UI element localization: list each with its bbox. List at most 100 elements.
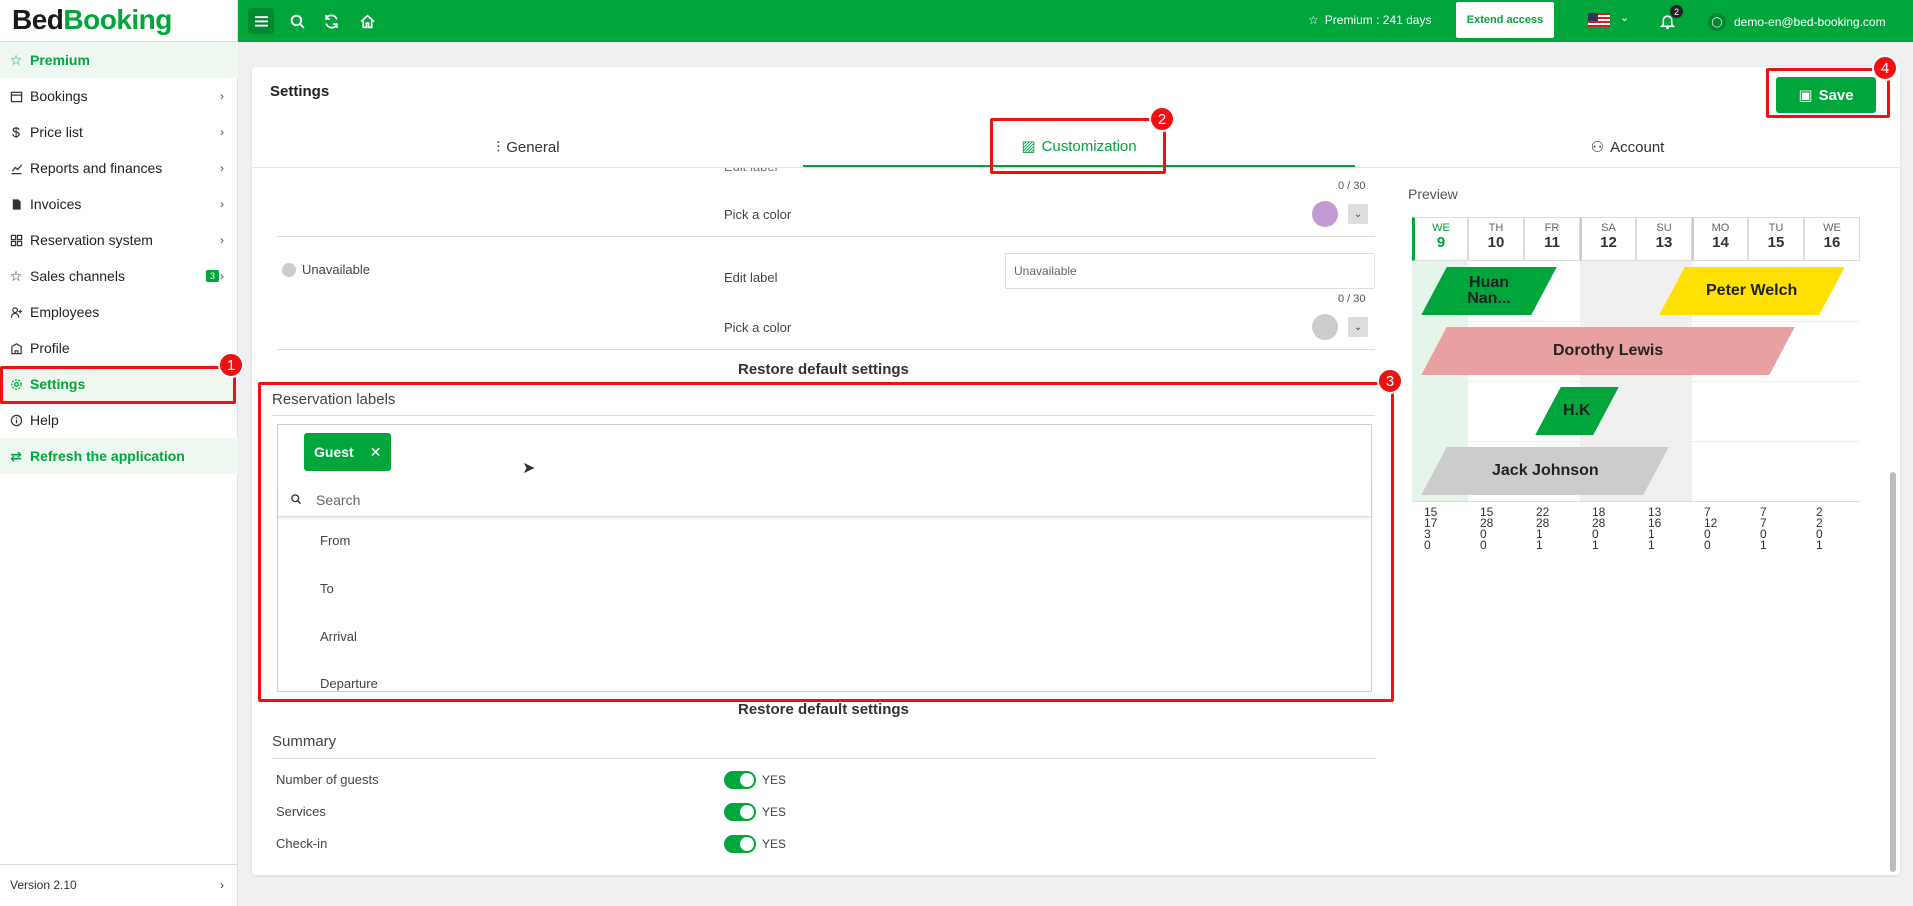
chevron-right-icon: › <box>220 233 224 247</box>
day-stats: 7 12 0 0 <box>1704 505 1718 552</box>
us-flag-icon[interactable] <box>1588 13 1610 27</box>
sidebar-item-reservation-system[interactable]: Reservation system › <box>0 222 238 258</box>
preview-title: Preview <box>1408 186 1458 202</box>
calendar-day: SA 12 <box>1580 217 1636 261</box>
day-stats: 15 17 3 0 <box>1424 505 1438 552</box>
pick-color-label: Pick a color <box>724 320 792 335</box>
page-title: Settings <box>270 83 330 100</box>
building-icon <box>8 340 24 356</box>
search-input[interactable]: Search <box>278 483 1371 517</box>
sidebar-item-price-list[interactable]: $ Price list › <box>0 114 238 150</box>
sidebar-item-bookings[interactable]: Bookings › <box>0 78 238 114</box>
status-name: Unavailable <box>302 262 370 277</box>
edit-label-input[interactable]: Unavailable <box>1005 253 1375 289</box>
app-logo[interactable]: BedBooking <box>12 4 172 36</box>
day-stats: 22 28 1 1 <box>1536 505 1550 552</box>
sales-channels-badge: 3 <box>206 270 220 282</box>
chevron-down-icon[interactable]: ⌄ <box>1348 317 1368 337</box>
summary-label: Check-in <box>276 836 328 851</box>
home-icon[interactable] <box>354 8 380 34</box>
notification-badge: 2 <box>1670 5 1683 18</box>
color-swatch[interactable] <box>1312 201 1338 227</box>
tab-divider <box>252 167 1900 168</box>
grid-icon <box>8 232 24 248</box>
chevron-right-icon: › <box>220 269 224 283</box>
version-info[interactable]: Version 2.10 › <box>0 864 238 904</box>
selected-chip-guest[interactable]: Guest ✕ <box>304 433 391 471</box>
sidebar-item-employees[interactable]: Employees <box>0 294 238 330</box>
chevron-down-icon[interactable]: ⌄ <box>1620 11 1629 24</box>
toggle-value: YES <box>762 837 787 851</box>
option-item[interactable]: Arrival <box>320 629 357 644</box>
row-line <box>1412 321 1860 322</box>
reservation-bar[interactable]: Dorothy Lewis <box>1421 327 1795 375</box>
restore-default-button[interactable]: Restore default settings <box>738 361 909 378</box>
tab-customization[interactable]: ▨ Customization <box>803 127 1355 167</box>
top-bar: ☆ Premium : 241 days Extend access ⌄ 2 ◯… <box>238 0 1913 42</box>
toggle-switch[interactable] <box>724 803 756 821</box>
tab-general[interactable]: ⫶ General <box>252 127 804 167</box>
toggle-switch[interactable] <box>724 771 756 789</box>
floppy-icon: ▣ <box>1798 87 1813 104</box>
day-stats: 7701 <box>1760 505 1767 552</box>
annotation-number: 3 <box>1377 368 1403 394</box>
sidebar-item-refresh[interactable]: ⇄ Refresh the application <box>0 438 238 474</box>
toggle-switch[interactable] <box>724 835 756 853</box>
calendar-day: SU 13 <box>1636 217 1692 261</box>
gear-icon <box>8 376 24 392</box>
row-line <box>1412 501 1860 502</box>
option-item[interactable]: From <box>320 533 350 548</box>
sidebar-item-invoices[interactable]: Invoices › <box>0 186 238 222</box>
scroll-thumb[interactable] <box>1890 472 1896 872</box>
labels-multiselect[interactable]: Guest ✕ Search From To Arrival Departure <box>277 424 1372 692</box>
sliders-icon: ⫶ <box>496 138 501 156</box>
menu-icon[interactable] <box>248 8 274 34</box>
reservation-bar[interactable]: Jack Johnson <box>1421 447 1669 495</box>
chevron-right-icon: › <box>220 89 224 103</box>
pick-color-label: Pick a color <box>724 207 792 222</box>
search-icon <box>290 492 302 508</box>
sidebar-item-settings[interactable]: Settings <box>0 366 238 402</box>
scrollbar[interactable] <box>1888 172 1898 872</box>
image-icon: ▨ <box>1021 138 1036 155</box>
sidebar-item-sales-channels[interactable]: ☆ Sales channels 3 › <box>0 258 238 294</box>
search-icon[interactable] <box>284 8 310 34</box>
user-icon: ◯ <box>1708 13 1726 31</box>
cursor-icon: ➤ <box>522 460 536 477</box>
tab-account[interactable]: ⚇ Account <box>1355 127 1900 167</box>
close-icon[interactable]: ✕ <box>370 444 382 461</box>
sidebar-item-profile[interactable]: Profile <box>0 330 238 366</box>
calendar-day: MO 14 <box>1692 217 1748 261</box>
chevron-right-icon: › <box>220 877 224 892</box>
option-item[interactable]: To <box>320 581 334 596</box>
users-icon: ⚇ <box>1590 139 1605 156</box>
dollar-icon: $ <box>12 124 20 140</box>
reservation-bar[interactable]: Peter Welch <box>1659 267 1845 315</box>
user-menu[interactable]: ◯ demo-en@bed-booking.com <box>1708 13 1886 31</box>
option-item[interactable]: Departure <box>320 676 378 691</box>
summary-label: Services <box>276 804 326 819</box>
premium-status[interactable]: ☆ Premium : 241 days <box>1308 13 1431 27</box>
day-stats: 13 16 1 1 <box>1648 505 1662 552</box>
restore-default-button[interactable]: Restore default settings <box>738 701 909 718</box>
calendar-icon <box>8 88 24 104</box>
color-swatch[interactable] <box>1312 314 1338 340</box>
char-counter: 0 / 30 <box>1338 180 1366 192</box>
logo-area: BedBooking <box>0 0 238 42</box>
calendar-day: WE 16 <box>1804 217 1860 261</box>
refresh-icon[interactable] <box>318 8 344 34</box>
save-button[interactable]: ▣ Save <box>1776 77 1876 113</box>
section-title: Reservation labels <box>272 391 396 408</box>
sidebar-item-help[interactable]: Help <box>0 402 238 438</box>
sidebar-item-premium[interactable]: ☆ Premium <box>0 42 238 78</box>
chevron-down-icon[interactable]: ⌄ <box>1348 204 1368 224</box>
row-divider <box>277 349 1375 350</box>
sidebar-item-reports[interactable]: Reports and finances › <box>0 150 238 186</box>
annotation-number: 2 <box>1149 106 1175 132</box>
section-title: Summary <box>272 733 337 750</box>
reservation-bar[interactable]: Huan Nan... <box>1421 267 1557 315</box>
chevron-right-icon: › <box>220 161 224 175</box>
chevron-right-icon: › <box>220 125 224 139</box>
edit-label-label: Edit label <box>724 270 778 285</box>
extend-access-button[interactable]: Extend access <box>1456 2 1554 38</box>
